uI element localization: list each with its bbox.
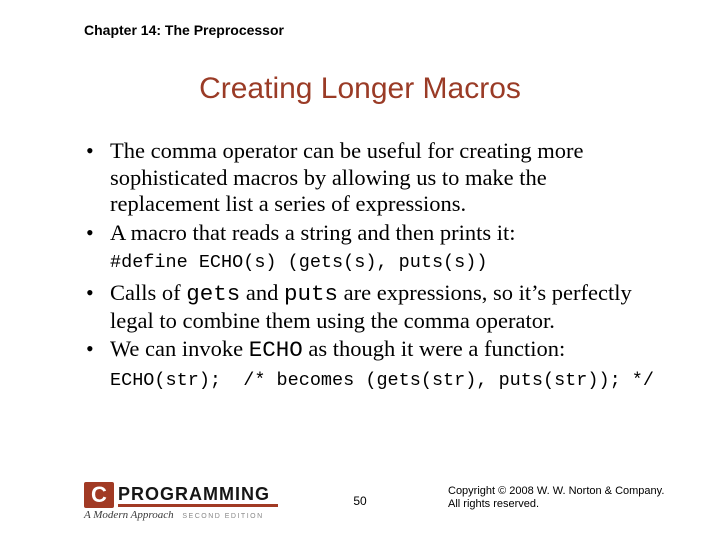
- code-define: #define ECHO(s) (gets(s), puts(s)): [84, 252, 659, 274]
- bullet-3-mid1: and: [240, 280, 284, 305]
- bullet-1: The comma operator can be useful for cre…: [84, 138, 659, 218]
- slide-title: Creating Longer Macros: [0, 72, 720, 106]
- copyright-line-2: All rights reserved.: [448, 498, 668, 512]
- bullet-2: A macro that reads a string and then pri…: [84, 220, 659, 247]
- logo-subtitle: A Modern Approach SECOND EDITION: [84, 509, 264, 521]
- bullet-3-pre: Calls of: [110, 280, 186, 305]
- bullet-4-post: as though it were a function:: [303, 336, 565, 361]
- chapter-label: Chapter 14: The Preprocessor: [84, 22, 284, 38]
- footer: C PROGRAMMING A Modern Approach SECOND E…: [0, 476, 720, 522]
- code-invoke: ECHO(str); /* becomes (gets(str), puts(s…: [84, 370, 659, 392]
- copyright-line-1: Copyright © 2008 W. W. Norton & Company.: [448, 485, 668, 499]
- bullet-3: Calls of gets and puts are expressions, …: [84, 280, 659, 334]
- bullet-4: We can invoke ECHO as though it were a f…: [84, 336, 659, 364]
- bullet-4-pre: We can invoke: [110, 336, 249, 361]
- copyright: Copyright © 2008 W. W. Norton & Company.…: [448, 485, 668, 513]
- code-echo: ECHO: [249, 337, 303, 363]
- logo-edition: SECOND EDITION: [182, 513, 263, 520]
- code-puts: puts: [284, 281, 338, 307]
- logo-sub-text: A Modern Approach: [84, 509, 174, 521]
- code-gets: gets: [186, 281, 240, 307]
- slide: Chapter 14: The Preprocessor Creating Lo…: [0, 0, 720, 540]
- slide-body: The comma operator can be useful for cre…: [84, 138, 659, 397]
